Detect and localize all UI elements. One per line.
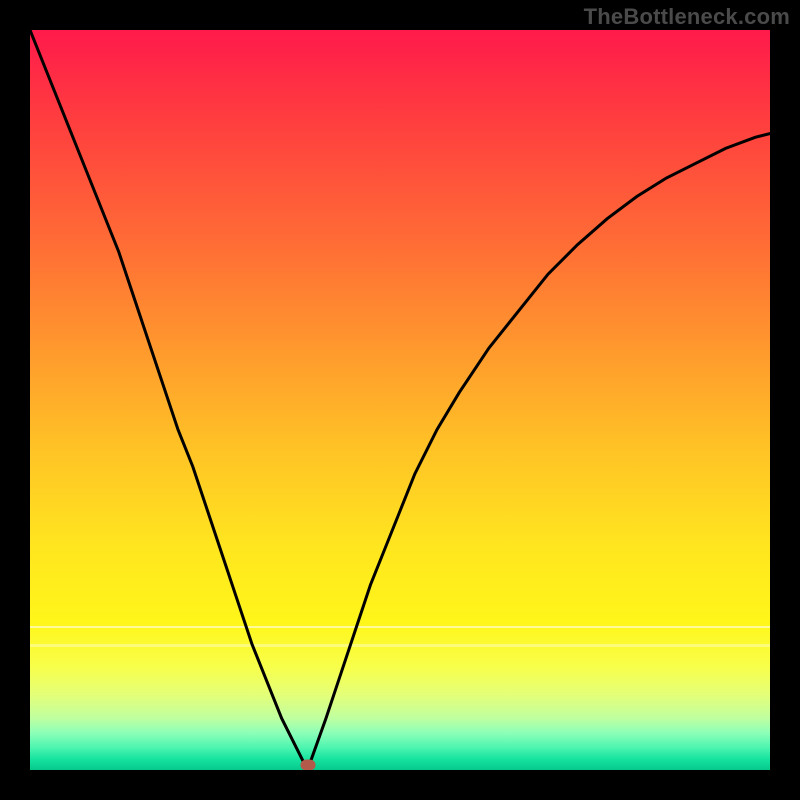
chart-frame: TheBottleneck.com [0,0,800,800]
attribution-label: TheBottleneck.com [584,4,790,30]
plot-area [30,30,770,770]
bottleneck-curve [30,30,770,770]
minimum-marker [300,760,315,771]
